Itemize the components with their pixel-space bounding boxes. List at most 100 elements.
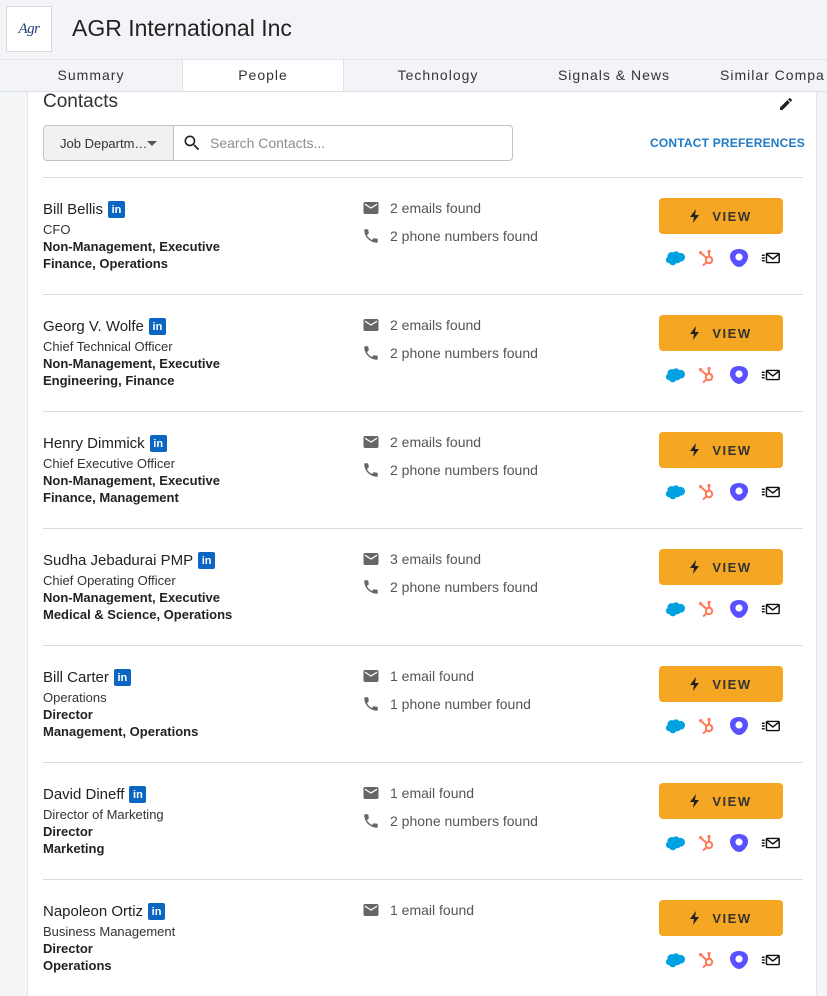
email-info: 2 emails found (362, 433, 481, 451)
tab-signals-news[interactable]: Signals & News (532, 60, 696, 91)
linkedin-icon[interactable]: in (108, 201, 126, 218)
view-button[interactable]: VIEW (659, 549, 783, 585)
hubspot-icon[interactable] (697, 482, 717, 502)
salesforce-cloud (665, 836, 685, 851)
phone-icon (364, 229, 378, 243)
contact-name[interactable]: Bill Carter (43, 669, 109, 686)
hubspot-icon[interactable] (697, 248, 717, 268)
phone-info: 2 phone numbers found (362, 227, 538, 245)
contact-name[interactable]: David Dineff (43, 786, 124, 803)
salesforce-icon[interactable] (665, 716, 685, 736)
contact-name[interactable]: Napoleon Ortiz (43, 903, 143, 920)
outreach-icon[interactable] (729, 482, 749, 502)
contact-departments: Operations (43, 958, 112, 973)
view-label: VIEW (712, 559, 752, 575)
hubspot-icon[interactable] (697, 716, 717, 736)
salesforce-icon[interactable] (665, 950, 685, 970)
search-box[interactable] (173, 125, 513, 161)
hubspot-icon[interactable] (697, 599, 717, 619)
outreach-shield (730, 951, 748, 969)
mail-icon (363, 319, 379, 331)
contact-name[interactable]: Bill Bellis (43, 201, 103, 218)
outreach-icon[interactable] (729, 716, 749, 736)
linkedin-label: in (201, 554, 212, 567)
phone-count: 2 phone numbers found (390, 345, 538, 361)
company-logo: Agr (6, 6, 52, 52)
tab-summary[interactable]: Summary (0, 60, 182, 91)
edit-icon[interactable] (778, 96, 794, 112)
contact-name[interactable]: Sudha Jebadurai PMP (43, 552, 193, 569)
phone-count: 2 phone numbers found (390, 579, 538, 595)
mail-icon (363, 202, 379, 214)
email-sequence-icon[interactable] (761, 248, 781, 268)
salesforce-icon[interactable] (665, 248, 685, 268)
email-info: 3 emails found (362, 550, 481, 568)
email-count: 2 emails found (390, 434, 482, 450)
contact-departments: Finance, Operations (43, 256, 168, 271)
tab-people[interactable]: People (182, 60, 344, 91)
linkedin-icon[interactable]: in (198, 552, 216, 569)
outreach-icon[interactable] (729, 599, 749, 619)
logo-text: Agr (18, 20, 41, 37)
contact-row: Bill Bellis in CFO Non-Management, Execu… (43, 177, 803, 294)
view-button[interactable]: VIEW (659, 783, 783, 819)
email-sequence-icon[interactable] (761, 833, 781, 853)
lightning-icon (690, 209, 700, 223)
outreach-icon[interactable] (729, 365, 749, 385)
contact-departments: Management, Operations (43, 724, 199, 739)
outreach-icon[interactable] (729, 248, 749, 268)
contact-departments: Engineering, Finance (43, 373, 175, 388)
tab-technology[interactable]: Technology (344, 60, 532, 91)
view-button[interactable]: VIEW (659, 315, 783, 351)
lightning-icon (690, 794, 700, 808)
view-button[interactable]: VIEW (659, 666, 783, 702)
hubspot-sprocket (699, 600, 714, 618)
email-count: 2 emails found (390, 200, 482, 216)
outreach-icon[interactable] (729, 950, 749, 970)
contact-name[interactable]: Henry Dimmick (43, 435, 145, 452)
hubspot-sprocket (699, 483, 714, 501)
linkedin-icon[interactable]: in (149, 435, 167, 452)
contact-title: Operations (43, 690, 107, 705)
view-label: VIEW (712, 793, 752, 809)
salesforce-icon[interactable] (665, 482, 685, 502)
salesforce-cloud (665, 485, 685, 500)
search-contacts-input[interactable] (210, 135, 500, 151)
email-sequence-icon[interactable] (761, 950, 781, 970)
linkedin-label: in (153, 437, 164, 450)
outreach-icon[interactable] (729, 833, 749, 853)
email-sequence-icon[interactable] (761, 716, 781, 736)
salesforce-icon[interactable] (665, 833, 685, 853)
contact-row: Sudha Jebadurai PMP in Chief Operating O… (43, 528, 803, 645)
view-button[interactable]: VIEW (659, 432, 783, 468)
linkedin-icon[interactable]: in (148, 903, 166, 920)
contact-preferences-link[interactable]: CONTACT PREFERENCES (650, 136, 805, 150)
hubspot-sprocket (699, 834, 714, 852)
view-button[interactable]: VIEW (659, 900, 783, 936)
integration-icons (665, 365, 793, 385)
salesforce-cloud (665, 953, 685, 968)
view-button[interactable]: VIEW (659, 198, 783, 234)
phone-count: 2 phone numbers found (390, 228, 538, 244)
email-sequence-icon[interactable] (761, 365, 781, 385)
email-sequence-icon[interactable] (761, 599, 781, 619)
contact-title: Chief Executive Officer (43, 456, 175, 471)
linkedin-icon[interactable]: in (148, 318, 166, 335)
contact-name-line: Bill Bellis in (43, 201, 126, 218)
email-sequence-icon[interactable] (761, 482, 781, 502)
mail-icon (363, 904, 379, 916)
tab-similar-companies[interactable]: Similar Compa (696, 60, 827, 91)
contact-name-line: Georg V. Wolfe in (43, 318, 166, 335)
hubspot-icon[interactable] (697, 950, 717, 970)
integration-icons (665, 950, 793, 970)
job-department-filter[interactable]: Job Departm… (43, 125, 174, 161)
email-sequence-glyph (761, 603, 780, 615)
contact-name[interactable]: Georg V. Wolfe (43, 318, 144, 335)
contact-level: Non-Management, Executive (43, 590, 220, 605)
linkedin-icon[interactable]: in (113, 669, 131, 686)
linkedin-icon[interactable]: in (129, 786, 147, 803)
salesforce-icon[interactable] (665, 365, 685, 385)
salesforce-icon[interactable] (665, 599, 685, 619)
hubspot-icon[interactable] (697, 365, 717, 385)
hubspot-icon[interactable] (697, 833, 717, 853)
